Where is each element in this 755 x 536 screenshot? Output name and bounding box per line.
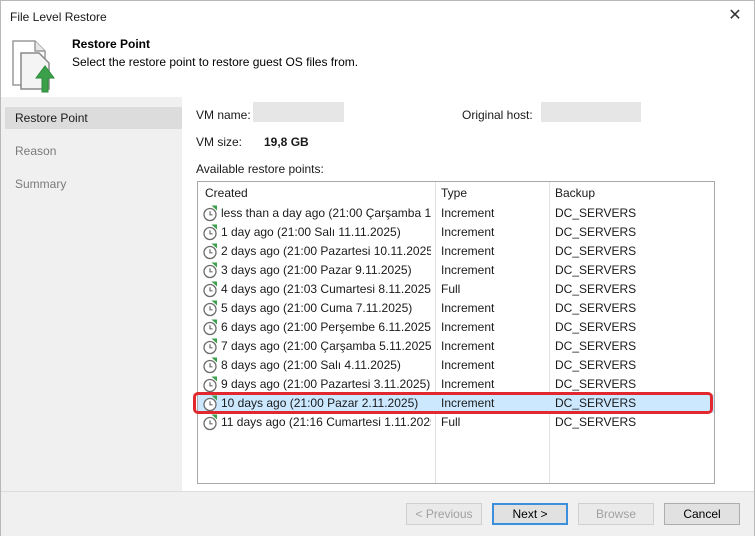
restore-point-clock-icon	[203, 243, 217, 260]
restore-points-caption: Available restore points:	[196, 162, 324, 176]
cell-type: Increment	[441, 339, 495, 353]
next-button[interactable]: Next >	[492, 503, 568, 525]
cell-created: less than a day ago (21:00 Çarşamba 1...	[221, 206, 431, 220]
step-summary[interactable]: Summary	[5, 173, 182, 195]
restore-point-clock-icon	[203, 281, 217, 298]
wizard-header: Restore Point Select the restore point t…	[1, 31, 754, 97]
cell-backup: DC_SERVERS	[555, 263, 637, 277]
cell-backup: DC_SERVERS	[555, 206, 637, 220]
cell-created: 5 days ago (21:00 Cuma 7.11.2025)	[221, 301, 413, 315]
cell-type: Increment	[441, 320, 495, 334]
cell-backup: DC_SERVERS	[555, 225, 637, 239]
cell-type: Increment	[441, 301, 495, 315]
title-bar: File Level Restore ✕	[1, 1, 754, 31]
cell-backup: DC_SERVERS	[555, 396, 637, 410]
cell-created: 2 days ago (21:00 Pazartesi 10.11.2025)	[221, 244, 431, 258]
restore-point-clock-icon	[203, 414, 217, 431]
cell-type: Full	[441, 415, 461, 429]
cell-created: 1 day ago (21:00 Salı 11.11.2025)	[221, 225, 401, 239]
restore-file-icon	[12, 40, 55, 93]
restore-point-clock-icon	[203, 357, 217, 374]
cell-type: Increment	[441, 377, 495, 391]
table-row[interactable]: 8 days ago (21:00 Salı 4.11.2025) Increme…	[198, 356, 714, 375]
window-title: File Level Restore	[10, 10, 107, 24]
column-header-created[interactable]: Created	[205, 185, 248, 201]
table-row[interactable]: 2 days ago (21:00 Pazartesi 10.11.2025) I…	[198, 242, 714, 261]
restore-point-clock-icon	[203, 319, 217, 336]
cell-created: 7 days ago (21:00 Çarşamba 5.11.2025)	[221, 339, 431, 353]
vm-size-value: 19,8 GB	[264, 135, 309, 149]
page-title: Restore Point	[72, 37, 151, 51]
table-row[interactable]: 11 days ago (21:16 Cumartesi 1.11.2025) F…	[198, 413, 714, 432]
table-row[interactable]: 3 days ago (21:00 Pazar 9.11.2025) Increm…	[198, 261, 714, 280]
table-row[interactable]: less than a day ago (21:00 Çarşamba 1...…	[198, 204, 714, 223]
cell-created: 10 days ago (21:00 Pazar 2.11.2025)	[221, 396, 419, 410]
cell-created: 11 days ago (21:16 Cumartesi 1.11.2025)	[221, 415, 431, 429]
cell-created: 3 days ago (21:00 Pazar 9.11.2025)	[221, 263, 412, 277]
cell-backup: DC_SERVERS	[555, 282, 637, 296]
cell-backup: DC_SERVERS	[555, 244, 637, 258]
restore-point-clock-icon	[203, 224, 217, 241]
cell-type: Increment	[441, 225, 495, 239]
restore-point-clock-icon	[203, 262, 217, 279]
wizard-steps-sidebar: Restore Point Reason Summary	[1, 97, 182, 491]
cell-type: Full	[441, 282, 461, 296]
original-host-label: Original host:	[462, 108, 533, 122]
cell-type: Increment	[441, 244, 495, 258]
cancel-button[interactable]: Cancel	[664, 503, 740, 525]
cell-type: Increment	[441, 263, 495, 277]
column-header-backup[interactable]: Backup	[555, 185, 595, 201]
cell-backup: DC_SERVERS	[555, 415, 637, 429]
browse-button[interactable]: Browse	[578, 503, 654, 525]
cell-backup: DC_SERVERS	[555, 377, 637, 391]
restore-point-clock-icon	[203, 205, 217, 222]
page-description: Select the restore point to restore gues…	[72, 55, 359, 69]
cell-type: Increment	[441, 358, 495, 372]
vm-size-label: VM size:	[196, 135, 243, 149]
cell-created: 6 days ago (21:00 Perşembe 6.11.2025)	[221, 320, 431, 334]
restore-point-clock-icon	[203, 395, 217, 412]
step-restore-point[interactable]: Restore Point	[5, 107, 182, 129]
close-icon[interactable]: ✕	[724, 6, 746, 26]
list-header: Created Type Backup	[198, 182, 714, 204]
restore-point-clock-icon	[203, 376, 217, 393]
restore-point-clock-icon	[203, 300, 217, 317]
wizard-body: Restore Point Reason Summary VM name: Or…	[1, 97, 754, 491]
step-reason[interactable]: Reason	[5, 140, 182, 162]
cell-backup: DC_SERVERS	[555, 358, 637, 372]
original-host-value-redacted	[541, 102, 641, 122]
previous-button[interactable]: < Previous	[406, 503, 482, 525]
cell-created: 8 days ago (21:00 Salı 4.11.2025)	[221, 358, 401, 372]
table-row[interactable]: 7 days ago (21:00 Çarşamba 5.11.2025) Inc…	[198, 337, 714, 356]
wizard-content: VM name: Original host: VM size: 19,8 GB…	[182, 97, 754, 491]
restore-points-list[interactable]: Created Type Backup less than a day ago …	[197, 181, 715, 484]
restore-point-clock-icon	[203, 338, 217, 355]
vm-name-label: VM name:	[196, 108, 251, 122]
table-row[interactable]: 9 days ago (21:00 Pazartesi 3.11.2025) In…	[198, 375, 714, 394]
column-header-type[interactable]: Type	[441, 185, 467, 201]
wizard-footer: < Previous Next > Browse Cancel	[1, 491, 754, 536]
cell-backup: DC_SERVERS	[555, 339, 637, 353]
cell-created: 9 days ago (21:00 Pazartesi 3.11.2025)	[221, 377, 431, 391]
table-row[interactable]: 10 days ago (21:00 Pazar 2.11.2025) Incre…	[198, 394, 714, 413]
cell-type: Increment	[441, 206, 495, 220]
table-row[interactable]: 1 day ago (21:00 Salı 11.11.2025) Increme…	[198, 223, 714, 242]
file-level-restore-window: File Level Restore ✕ Restore Point Selec…	[0, 0, 755, 536]
cell-type: Increment	[441, 396, 495, 410]
table-row[interactable]: 5 days ago (21:00 Cuma 7.11.2025) Increme…	[198, 299, 714, 318]
cell-created: 4 days ago (21:03 Cumartesi 8.11.2025)	[221, 282, 431, 296]
vm-name-value-redacted	[253, 102, 344, 122]
cell-backup: DC_SERVERS	[555, 320, 637, 334]
cell-backup: DC_SERVERS	[555, 301, 637, 315]
table-row[interactable]: 4 days ago (21:03 Cumartesi 8.11.2025) Fu…	[198, 280, 714, 299]
table-row[interactable]: 6 days ago (21:00 Perşembe 6.11.2025) Inc…	[198, 318, 714, 337]
